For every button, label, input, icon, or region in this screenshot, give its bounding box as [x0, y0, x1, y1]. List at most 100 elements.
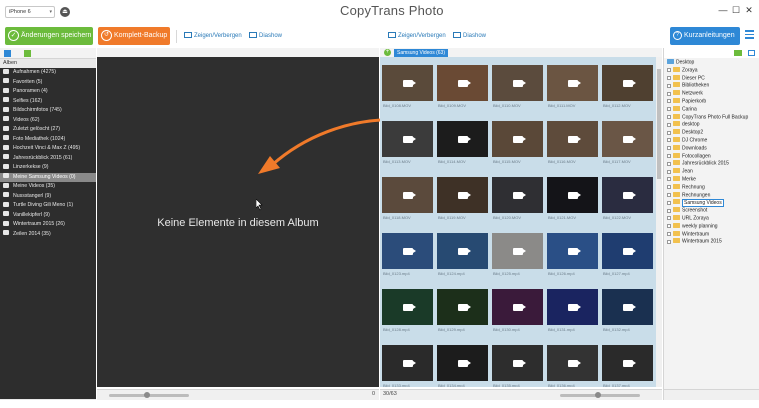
- tree-folder-item[interactable]: Samsung Videos: [664, 198, 759, 207]
- tree-folder-item[interactable]: desktop: [664, 121, 759, 129]
- photo-tile[interactable]: Bild_0132.mp4: [601, 283, 654, 339]
- album-item[interactable]: Panoramen (4): [0, 87, 96, 97]
- scrollbar-thumb[interactable]: [657, 69, 661, 179]
- expand-icon[interactable]: [667, 216, 671, 221]
- album-item[interactable]: Turtle Diving Gili Meno (1): [0, 201, 96, 211]
- slideshow-left-button[interactable]: Diashow: [249, 32, 282, 39]
- expand-icon[interactable]: [667, 68, 671, 73]
- tree-folder-item[interactable]: Dieser PC: [664, 74, 759, 83]
- add-album-icon[interactable]: [4, 50, 11, 57]
- tree-folder-item[interactable]: URL Zoraya: [664, 214, 759, 223]
- photo-tile[interactable]: Bild_0113.MOV: [381, 115, 434, 171]
- zoom-slider-left[interactable]: [109, 392, 189, 398]
- zoom-slider-right-knob[interactable]: [595, 392, 601, 398]
- photo-tile[interactable]: Bild_0123.mp4: [381, 227, 434, 283]
- expand-icon[interactable]: [667, 91, 671, 96]
- tree-folder-item[interactable]: Jean: [664, 168, 759, 176]
- photo-tile[interactable]: Bild_0117.MOV: [601, 115, 654, 171]
- album-item[interactable]: Linzerkekse (9): [0, 163, 96, 173]
- photo-tile[interactable]: Bild_0115.MOV: [491, 115, 544, 171]
- expand-icon[interactable]: [667, 83, 671, 88]
- show-hide-right-button[interactable]: Zeigen/Verbergen: [388, 32, 446, 39]
- photo-tile[interactable]: Bild_0126.mp4: [546, 227, 599, 283]
- album-item[interactable]: Foto Mediathek (1024): [0, 135, 96, 145]
- album-item[interactable]: Vanillekipferl (9): [0, 211, 96, 221]
- photo-tile[interactable]: Bild_0135.mp4: [491, 339, 544, 387]
- refresh-icon[interactable]: [24, 50, 31, 57]
- tree-folder-item[interactable]: Papierkorb: [664, 97, 759, 106]
- photo-tile[interactable]: Bild_0121.MOV: [546, 171, 599, 227]
- photo-tile[interactable]: Bild_0124.mp4: [436, 227, 489, 283]
- expand-icon[interactable]: [667, 130, 671, 135]
- album-item[interactable]: Zuletzt gelöscht (27): [0, 125, 96, 135]
- album-item[interactable]: Selfies (162): [0, 97, 96, 107]
- tree-folder-item[interactable]: weekly planning: [664, 222, 759, 231]
- tree-folder-item[interactable]: Wintertraum 2015: [664, 238, 759, 246]
- tree-folder-item[interactable]: CopyTrans Photo Full Backup: [664, 113, 759, 122]
- photo-tile[interactable]: Bild_0136.mp4: [546, 339, 599, 387]
- expand-icon[interactable]: [667, 185, 671, 190]
- zoom-slider-left-knob[interactable]: [144, 392, 150, 398]
- full-backup-button[interactable]: ↺ Komplett-Backup: [98, 27, 170, 45]
- photo-tile[interactable]: Bild_0112.MOV: [601, 59, 654, 115]
- tree-folder-item[interactable]: DJ Chrome: [664, 136, 759, 145]
- tree-folder-item[interactable]: Desktop2: [664, 129, 759, 137]
- album-item[interactable]: Bildschirmfotos (745): [0, 106, 96, 116]
- photo-tile[interactable]: Bild_0119.MOV: [436, 171, 489, 227]
- save-changes-button[interactable]: ✓ Änderungen speichern: [5, 27, 93, 45]
- expand-icon[interactable]: [667, 200, 671, 205]
- album-item[interactable]: Zeilen 2014 (35): [0, 230, 96, 240]
- tree-folder-item[interactable]: Merke: [664, 175, 759, 184]
- eject-icon[interactable]: ⏏: [60, 7, 70, 17]
- expand-icon[interactable]: [667, 154, 671, 159]
- expand-icon[interactable]: [667, 115, 671, 120]
- album-content-area[interactable]: Keine Elemente in diesem Album: [97, 57, 379, 387]
- photo-tile[interactable]: Bild_0111.MOV: [546, 59, 599, 115]
- photo-tile[interactable]: Bild_0122.MOV: [601, 171, 654, 227]
- tree-folder-item[interactable]: Zoraya: [664, 66, 759, 75]
- expand-icon[interactable]: [667, 193, 671, 198]
- expand-icon[interactable]: [667, 177, 671, 182]
- expand-icon[interactable]: [667, 146, 671, 151]
- expand-icon[interactable]: [667, 224, 671, 229]
- photo-grid-scrollbar[interactable]: [656, 57, 662, 387]
- close-button[interactable]: ✕: [744, 5, 754, 16]
- album-item[interactable]: Meine Videos (35): [0, 182, 96, 192]
- photo-tile[interactable]: Bild_0129.mp4: [436, 283, 489, 339]
- photo-tile[interactable]: Bild_0128.mp4: [381, 283, 434, 339]
- expand-icon[interactable]: [667, 122, 671, 127]
- photo-tile[interactable]: Bild_0137.mp4: [601, 339, 654, 387]
- photo-tile[interactable]: Bild_0118.MOV: [381, 171, 434, 227]
- expand-icon[interactable]: [667, 107, 671, 112]
- photo-tile[interactable]: Bild_0127.mp4: [601, 227, 654, 283]
- tree-folder-item[interactable]: Wintertraum: [664, 230, 759, 239]
- expand-icon[interactable]: [667, 99, 671, 104]
- tree-folder-item[interactable]: Netzwerk: [664, 90, 759, 98]
- album-item[interactable]: Wintertraum 2015 (26): [0, 220, 96, 230]
- device-select[interactable]: iPhone 6 ▾: [5, 6, 55, 18]
- photo-tile[interactable]: Bild_0116.MOV: [546, 115, 599, 171]
- expand-icon[interactable]: [667, 138, 671, 143]
- quick-guide-button[interactable]: ? Kurzanleitungen: [670, 27, 740, 45]
- maximize-button[interactable]: ☐: [731, 5, 741, 16]
- expand-icon[interactable]: [667, 232, 671, 237]
- show-hide-left-button[interactable]: Zeigen/Verbergen: [184, 32, 242, 39]
- add-icon[interactable]: +: [384, 49, 391, 56]
- photo-tile[interactable]: Bild_0133.mp4: [381, 339, 434, 387]
- tree-folder-item[interactable]: Bibliotheken: [664, 82, 759, 90]
- album-item[interactable]: Jahresrückblick 2015 (61): [0, 154, 96, 164]
- tree-root-desktop[interactable]: Desktop: [664, 59, 759, 67]
- photo-tile[interactable]: Bild_0134.mp4: [436, 339, 489, 387]
- tree-folder-item[interactable]: Fotocollagen: [664, 152, 759, 161]
- slideshow-right-button[interactable]: Diashow: [453, 32, 486, 39]
- expand-icon[interactable]: [667, 76, 671, 81]
- tree-folder-item[interactable]: Screenshot: [664, 207, 759, 215]
- photo-tile[interactable]: Bild_0114.MOV: [436, 115, 489, 171]
- photo-tile[interactable]: Bild_0109.MOV: [436, 59, 489, 115]
- expand-icon[interactable]: [667, 208, 671, 213]
- photo-tile[interactable]: Bild_0120.MOV: [491, 171, 544, 227]
- photo-tile[interactable]: Bild_0131.mp4: [546, 283, 599, 339]
- expand-icon[interactable]: [667, 239, 671, 244]
- tree-folder-item[interactable]: Downloads: [664, 144, 759, 153]
- album-item[interactable]: Hochzeit Vinci & Max Z (495): [0, 144, 96, 154]
